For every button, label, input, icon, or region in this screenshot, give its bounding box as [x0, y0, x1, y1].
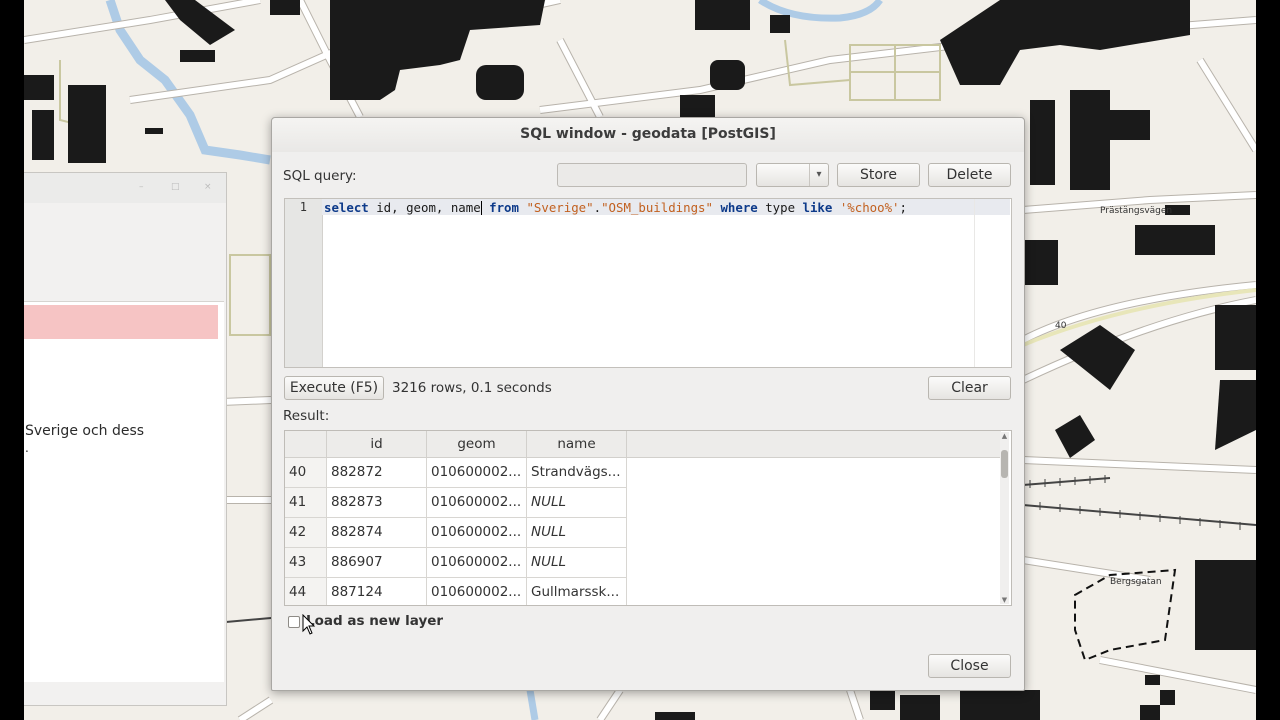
clear-button[interactable]: Clear	[928, 376, 1011, 400]
row-header[interactable]: 42	[285, 518, 327, 548]
table-header-filler	[627, 431, 1001, 458]
table-cell-name[interactable]: Gullmarssk...	[527, 578, 627, 605]
background-window-text-2: .	[25, 441, 29, 455]
keyword-like: like	[802, 200, 833, 215]
table-cell-id[interactable]: 886907	[327, 548, 427, 578]
sql-code[interactable]: select id, geom, name from "Sverige"."OS…	[324, 200, 907, 215]
editor-gutter: 1	[285, 199, 323, 367]
query-status: 3216 rows, 0.1 seconds	[392, 380, 552, 396]
load-as-layer-checkbox[interactable]	[288, 616, 300, 628]
table-cell-name[interactable]: NULL	[527, 548, 627, 578]
map-label-prastangsvagen: Prästängsvägen	[1100, 206, 1172, 216]
table-cell-name[interactable]: Strandvägs...	[527, 458, 627, 488]
highlighted-row[interactable]	[24, 305, 218, 339]
text-cursor	[480, 201, 482, 215]
table-cell-id[interactable]: 882872	[327, 458, 427, 488]
column-header-id[interactable]: id	[327, 431, 427, 458]
sql-query-label: SQL query:	[283, 168, 357, 184]
maximize-icon[interactable]: □	[171, 183, 180, 192]
result-table[interactable]: id geom name 40 882872 010600002... Stra…	[284, 430, 1012, 606]
line-number: 1	[299, 200, 307, 214]
scroll-down-icon[interactable]: ▼	[1000, 596, 1009, 604]
stored-queries-combo[interactable]: ▾	[756, 163, 829, 187]
close-icon[interactable]: ×	[204, 183, 212, 192]
row-header[interactable]: 43	[285, 548, 327, 578]
keyword-select: select	[324, 200, 369, 215]
keyword-from: from	[489, 200, 519, 215]
table-cell-id[interactable]: 882874	[327, 518, 427, 548]
row-header[interactable]: 40	[285, 458, 327, 488]
dialog-title[interactable]: SQL window - geodata [PostGIS]	[272, 118, 1024, 152]
scroll-up-icon[interactable]: ▲	[1000, 432, 1009, 440]
screen: Prästängsvägen 40 Bergsgatan – □ × Sveri…	[0, 0, 1280, 720]
map-label-bergsgatan: Bergsgatan	[1110, 577, 1162, 587]
table-cell-name[interactable]: NULL	[527, 518, 627, 548]
river-south	[526, 689, 539, 720]
minimize-icon[interactable]: –	[139, 183, 147, 192]
table-cell-geom[interactable]: 010600002...	[427, 548, 527, 578]
background-window-titlebar[interactable]: – □ ×	[24, 173, 226, 203]
table-corner-header	[285, 431, 327, 458]
table-cell-geom[interactable]: 010600002...	[427, 458, 527, 488]
mouse-pointer-icon	[302, 614, 316, 635]
table-cell-geom[interactable]: 010600002...	[427, 488, 527, 518]
sql-window-dialog[interactable]: SQL window - geodata [PostGIS] SQL query…	[271, 117, 1025, 691]
table-cell-geom[interactable]: 010600002...	[427, 578, 527, 605]
map-label-40: 40	[1055, 321, 1067, 331]
column-header-name[interactable]: name	[527, 431, 627, 458]
chevron-down-icon: ▾	[809, 164, 828, 186]
delete-button[interactable]: Delete	[928, 163, 1011, 187]
table-cell-id[interactable]: 887124	[327, 578, 427, 605]
sql-editor[interactable]: 1 select id, geom, name from "Sverige"."…	[284, 198, 1012, 368]
row-header[interactable]: 41	[285, 488, 327, 518]
keyword-where: where	[720, 200, 758, 215]
close-button[interactable]: Close	[928, 654, 1011, 678]
execute-button[interactable]: Execute (F5)	[284, 376, 384, 400]
string-table: "OSM_buildings"	[601, 200, 713, 215]
load-as-layer-label[interactable]: Load as new layer	[306, 613, 443, 629]
column-header-geom[interactable]: geom	[427, 431, 527, 458]
string-schema: "Sverige"	[526, 200, 594, 215]
table-cell-geom[interactable]: 010600002...	[427, 518, 527, 548]
store-button[interactable]: Store	[837, 163, 920, 187]
result-scrollbar[interactable]: ▲ ▼	[1000, 432, 1009, 604]
table-cell-name[interactable]: NULL	[527, 488, 627, 518]
scrollbar-thumb[interactable]	[1001, 450, 1008, 478]
row-header[interactable]: 44	[285, 578, 327, 605]
background-window-panel	[24, 301, 224, 682]
string-pattern: '%choo%'	[839, 200, 900, 215]
result-label: Result:	[283, 408, 330, 424]
editor-margin-line	[974, 199, 975, 367]
background-window-text: Sverige och dess	[25, 423, 145, 439]
table-cell-id[interactable]: 882873	[327, 488, 427, 518]
query-name-field[interactable]	[557, 163, 747, 187]
background-window[interactable]: – □ × Sverige och dess .	[24, 172, 227, 706]
